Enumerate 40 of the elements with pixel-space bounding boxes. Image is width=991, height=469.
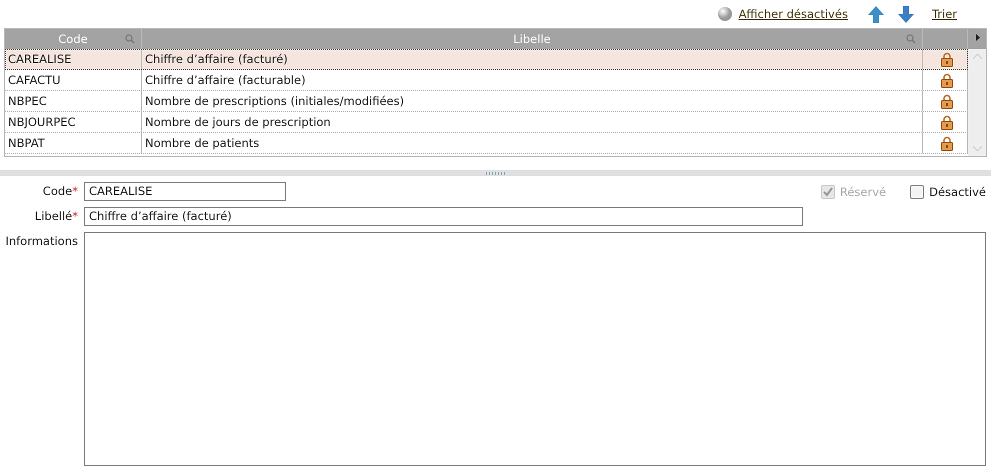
padlock-icon (940, 136, 952, 150)
table-cell: Chiffre d’affaire (facturé) (145, 52, 288, 66)
table-row[interactable]: NBJOURPEC Nombre de jours de prescription (5, 112, 968, 133)
down-arrow-icon[interactable] (898, 6, 914, 22)
padlock-icon (940, 72, 952, 88)
sort-link[interactable]: Trier (932, 7, 957, 21)
label-field[interactable]: Chiffre d’affaire (facturé) (84, 207, 803, 226)
table-cell: Nombre de prescriptions (initiales/modifiées) (145, 94, 404, 108)
scroll-down-icon[interactable] (972, 146, 982, 151)
scrollbar[interactable] (968, 49, 986, 156)
field-label: Libellé* (34, 209, 78, 223)
caret-icon[interactable] (976, 34, 980, 41)
search-icon[interactable] (906, 34, 916, 44)
splitter[interactable] (0, 170, 991, 176)
padlock-icon (940, 52, 952, 66)
field-label: Code* (42, 184, 78, 198)
informations-field[interactable] (84, 232, 986, 466)
field-label: Informations (5, 234, 78, 248)
checkbox[interactable] (910, 184, 924, 198)
checkbox-label: Réservé (840, 184, 886, 198)
table-cell: Chiffre d’affaire (facturable) (145, 73, 306, 87)
scroll-up-icon[interactable] (972, 54, 982, 59)
table-row[interactable]: NBPEC Nombre de prescriptions (initiales/modifiées) (5, 91, 968, 112)
search-icon[interactable] (125, 34, 135, 44)
table-row[interactable]: CAREALISE Chiffre d’affaire (facturé) (5, 49, 968, 70)
up-arrow-icon[interactable] (868, 6, 884, 22)
circle-icon (716, 6, 733, 22)
table-row[interactable]: NBPAT Nombre de patients (5, 133, 968, 154)
padlock-icon (940, 94, 952, 108)
table-cell: NBJOURPEC (8, 115, 76, 129)
table-cell: Nombre de patients (145, 136, 260, 150)
padlock-icon (940, 114, 952, 130)
table-cell: NBPEC (8, 94, 47, 108)
table-cell: NBPAT (8, 136, 45, 150)
code-field[interactable]: CAREALISE (84, 182, 286, 201)
table-cell: CAFACTU (8, 73, 61, 87)
checkbox-label: Désactivé (929, 184, 986, 198)
table-cell: CAREALISE (8, 52, 72, 66)
table-row[interactable]: CAFACTU Chiffre d’affaire (facturable) (5, 70, 968, 91)
table-cell: Nombre de jours de prescription (145, 115, 331, 129)
